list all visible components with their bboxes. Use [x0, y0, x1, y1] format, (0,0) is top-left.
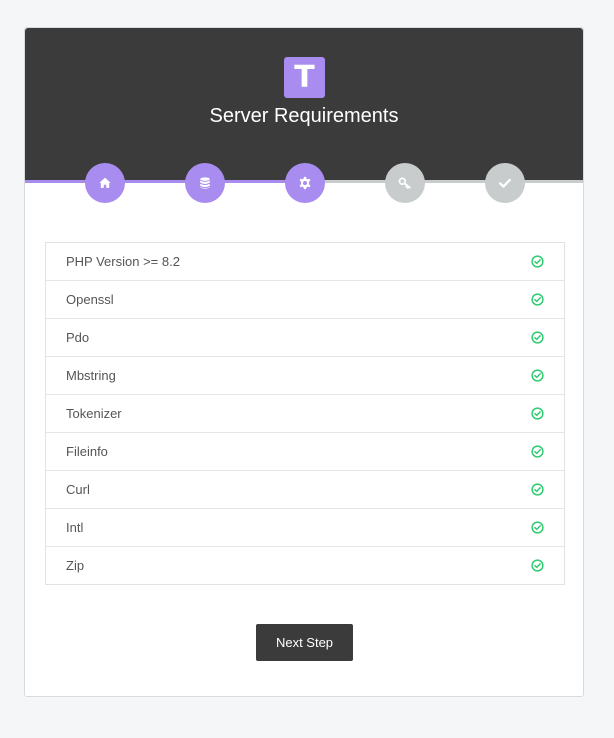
requirement-name: Pdo: [66, 330, 90, 345]
requirement-name: Openssl: [66, 292, 114, 307]
requirement-name: Fileinfo: [66, 444, 108, 459]
check-circle-icon: [531, 407, 544, 420]
step-database[interactable]: [185, 163, 225, 203]
requirement-row: Fileinfo: [46, 432, 564, 470]
database-icon: [200, 177, 210, 189]
requirements-list: PHP Version >= 8.2 Openssl Pdo Mbstring …: [45, 242, 565, 585]
check-circle-icon: [531, 255, 544, 268]
requirement-name: Mbstring: [66, 368, 116, 383]
requirement-name: Zip: [66, 558, 85, 573]
requirement-name: Intl: [66, 520, 84, 535]
check-circle-icon: [531, 559, 544, 572]
requirement-name: PHP Version >= 8.2: [66, 254, 180, 269]
next-step-button[interactable]: Next Step: [256, 624, 353, 661]
check-circle-icon: [531, 293, 544, 306]
requirement-row: Tokenizer: [46, 394, 564, 432]
step-finish[interactable]: [485, 163, 525, 203]
step-permissions[interactable]: [385, 163, 425, 203]
page-title: Server Requirements: [209, 105, 399, 127]
gear-icon: [299, 176, 311, 190]
check-circle-icon: [531, 483, 544, 496]
requirement-row: Intl: [46, 508, 564, 546]
app-logo: T: [284, 57, 325, 98]
check-icon: [499, 178, 511, 188]
step-home[interactable]: [85, 163, 125, 203]
requirement-row: Openssl: [46, 280, 564, 318]
key-icon: [398, 177, 411, 189]
requirement-row: Pdo: [46, 318, 564, 356]
requirement-name: Tokenizer: [66, 406, 122, 421]
check-circle-icon: [531, 331, 544, 344]
home-icon: [99, 177, 111, 188]
requirement-name: Curl: [66, 482, 90, 497]
check-circle-icon: [531, 521, 544, 534]
installer-header: T Server Requirements: [25, 28, 583, 180]
progress-fill: [25, 180, 304, 183]
requirement-row: PHP Version >= 8.2: [46, 243, 564, 280]
check-circle-icon: [531, 445, 544, 458]
installer-card: T Server Requirements PHP Version >= 8.2…: [24, 27, 584, 697]
check-circle-icon: [531, 369, 544, 382]
requirement-row: Curl: [46, 470, 564, 508]
requirement-row: Mbstring: [46, 356, 564, 394]
step-settings[interactable]: [285, 163, 325, 203]
requirement-row: Zip: [46, 546, 564, 584]
